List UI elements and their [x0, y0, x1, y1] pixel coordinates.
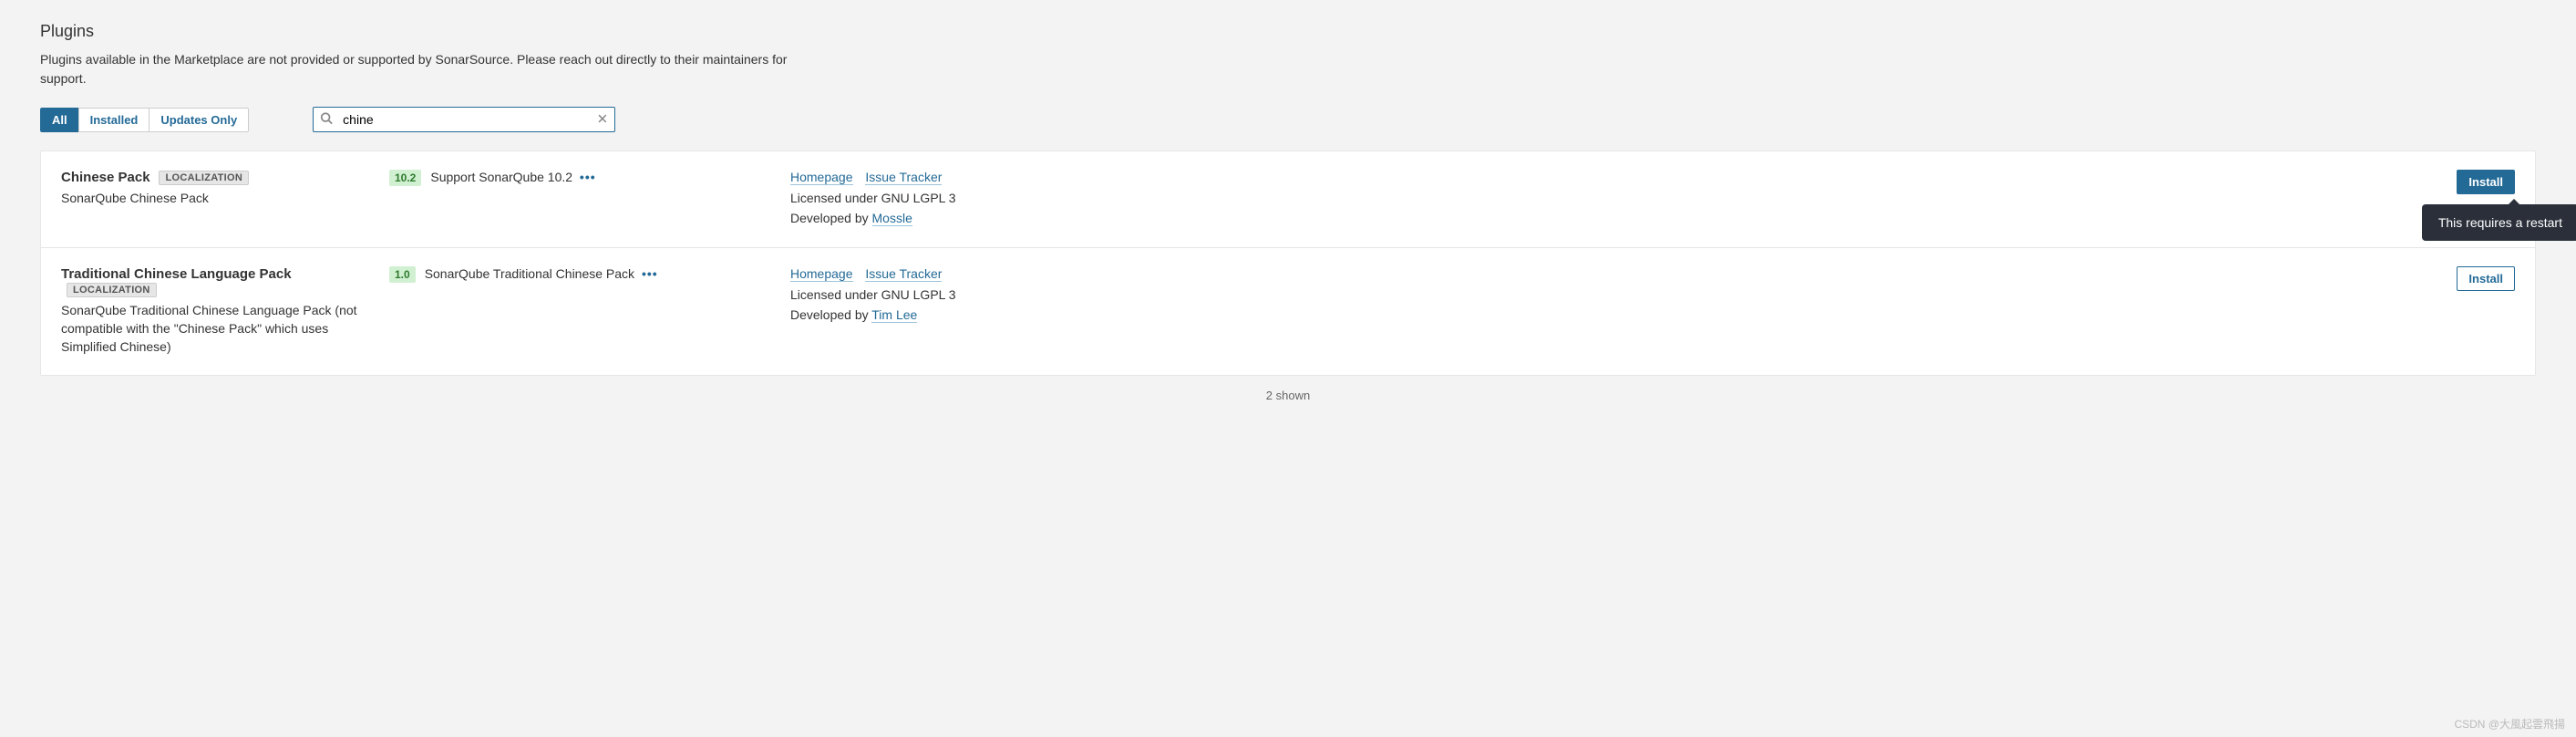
- page-description: Plugins available in the Marketplace are…: [40, 50, 824, 88]
- developer-text: Developed by Mossle: [790, 208, 2369, 228]
- license-prefix: Licensed under: [790, 191, 881, 205]
- filter-updates-only[interactable]: Updates Only: [149, 108, 249, 132]
- plugin-action-col: Install This requires a restart: [2387, 170, 2515, 229]
- developer-text: Developed by Tim Lee: [790, 305, 2369, 325]
- plugin-action-col: Install: [2387, 266, 2515, 357]
- plugin-subtitle: SonarQube Traditional Chinese Language P…: [61, 301, 371, 357]
- more-icon[interactable]: •••: [580, 170, 596, 184]
- license-text: Licensed under GNU LGPL 3: [790, 188, 2369, 208]
- plugin-row: Traditional Chinese Language Pack LOCALI…: [41, 248, 2535, 375]
- plugin-links: Homepage Issue Tracker: [790, 266, 2369, 281]
- homepage-link[interactable]: Homepage: [790, 266, 853, 282]
- install-button[interactable]: Install: [2457, 170, 2515, 194]
- filter-all[interactable]: All: [40, 108, 79, 132]
- plugin-row: Chinese Pack LOCALIZATION SonarQube Chin…: [41, 151, 2535, 248]
- version-badge: 10.2: [389, 170, 421, 186]
- plugin-name: Traditional Chinese Language Pack: [61, 266, 292, 282]
- license-text: Licensed under GNU LGPL 3: [790, 285, 2369, 305]
- license-name: GNU LGPL 3: [881, 191, 956, 205]
- license-prefix: Licensed under: [790, 287, 881, 302]
- plugin-name-col: Traditional Chinese Language Pack LOCALI…: [61, 266, 371, 357]
- page-title: Plugins: [40, 22, 2536, 41]
- plugin-name-col: Chinese Pack LOCALIZATION SonarQube Chin…: [61, 170, 371, 229]
- category-badge: LOCALIZATION: [159, 171, 249, 185]
- developer-link[interactable]: Tim Lee: [871, 307, 917, 323]
- developer-link[interactable]: Mossle: [872, 211, 912, 226]
- developed-prefix: Developed by: [790, 211, 872, 225]
- license-name: GNU LGPL 3: [881, 287, 956, 302]
- plugin-subtitle: SonarQube Chinese Pack: [61, 189, 371, 207]
- plugin-description: SonarQube Traditional Chinese Pack •••: [425, 266, 658, 281]
- filter-group: All Installed Updates Only: [40, 108, 249, 132]
- plugin-description: Support SonarQube 10.2 •••: [430, 170, 595, 184]
- plugin-list: Chinese Pack LOCALIZATION SonarQube Chin…: [40, 151, 2536, 376]
- plugin-links: Homepage Issue Tracker: [790, 170, 2369, 184]
- install-button[interactable]: Install: [2457, 266, 2515, 291]
- clear-search-icon[interactable]: ✕: [597, 113, 609, 127]
- version-badge: 1.0: [389, 266, 416, 283]
- category-badge: LOCALIZATION: [67, 283, 157, 297]
- issue-tracker-link[interactable]: Issue Tracker: [865, 266, 942, 282]
- more-icon[interactable]: •••: [642, 266, 658, 281]
- controls-row: All Installed Updates Only ✕: [40, 107, 2536, 132]
- result-count: 2 shown: [40, 389, 2536, 402]
- plugin-name: Chinese Pack: [61, 170, 150, 185]
- homepage-link[interactable]: Homepage: [790, 170, 853, 185]
- plugin-meta-col: Homepage Issue Tracker Licensed under GN…: [790, 170, 2369, 229]
- issue-tracker-link[interactable]: Issue Tracker: [865, 170, 942, 185]
- plugin-desc-col: 10.2 Support SonarQube 10.2 •••: [389, 170, 772, 229]
- developed-prefix: Developed by: [790, 307, 871, 322]
- plugin-desc-col: 1.0 SonarQube Traditional Chinese Pack •…: [389, 266, 772, 357]
- plugin-meta-col: Homepage Issue Tracker Licensed under GN…: [790, 266, 2369, 357]
- restart-tooltip: This requires a restart: [2422, 204, 2576, 241]
- plugin-description-text: Support SonarQube 10.2: [430, 170, 572, 184]
- filter-installed[interactable]: Installed: [78, 108, 150, 132]
- search-input[interactable]: [313, 107, 615, 132]
- search-wrap: ✕: [313, 107, 615, 132]
- plugin-description-text: SonarQube Traditional Chinese Pack: [425, 266, 634, 281]
- watermark: CSDN @大風起雲飛揚: [2454, 716, 2565, 732]
